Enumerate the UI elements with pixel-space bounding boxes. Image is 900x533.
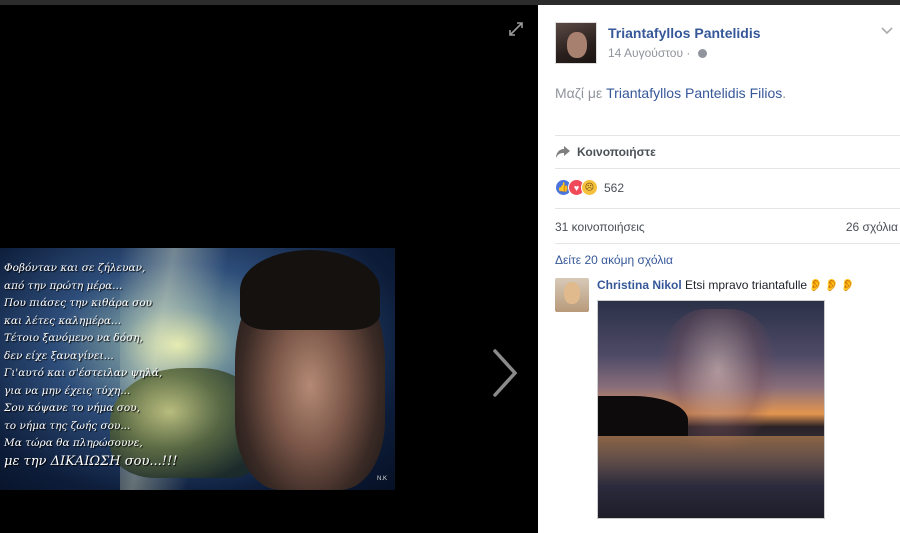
photo-water xyxy=(598,436,824,518)
divider xyxy=(555,168,900,169)
share-button[interactable]: Κοινοποιήστε xyxy=(555,142,656,162)
sad-icon: ☹ xyxy=(581,179,598,196)
reactions-summary[interactable]: 👍 ♥ ☹ 562 xyxy=(555,179,624,196)
verse-line: Που πιάσες την κιθάρα σου xyxy=(4,297,153,309)
next-photo-arrow-icon[interactable] xyxy=(490,347,520,399)
commenter-avatar[interactable] xyxy=(555,278,589,312)
verse-line: και λέτες καλημέρα... xyxy=(4,314,122,327)
post-date-text[interactable]: 14 Αυγούστου xyxy=(608,46,683,60)
photo-signature: N.K xyxy=(376,476,387,482)
view-more-comments-link[interactable]: Δείτε 20 ακόμη σχόλια xyxy=(555,253,673,267)
shares-count[interactable]: 31 κοινοποιήσεις xyxy=(555,220,645,234)
share-label: Κοινοποιήστε xyxy=(577,145,656,159)
verse-line: Φοβόνταν και σε ζήλευαν, xyxy=(4,262,146,274)
portrait-hair xyxy=(240,250,380,330)
reaction-count: 562 xyxy=(604,180,625,195)
ear-emoji-icon: 👂 xyxy=(840,278,855,292)
comments-count[interactable]: 26 σχόλια xyxy=(846,220,898,234)
divider xyxy=(555,243,900,244)
caption-suffix: . xyxy=(782,85,787,101)
expand-icon[interactable] xyxy=(508,21,524,37)
post-date: 14 Αυγούστου · xyxy=(608,46,707,60)
ear-emoji-icon: 👂 xyxy=(824,278,839,292)
globe-icon xyxy=(697,49,707,58)
comment-body: Christina Nikol Etsi mpravo triantafulle… xyxy=(597,278,855,292)
verse-line: το νήμα της ζωής σου... xyxy=(4,419,131,432)
verse-line: με την ΔΙΚΑΙΩΣΗ σου...!!! xyxy=(4,453,178,469)
verse-line: Σου κόψανε το νήμα σου, xyxy=(4,402,140,414)
chevron-down-icon[interactable] xyxy=(881,27,893,35)
caption-prefix: Μαζί με xyxy=(555,85,603,101)
share-icon xyxy=(556,146,570,158)
comment-photo[interactable] xyxy=(597,300,825,519)
verse-line: Γι'αυτό και σ'έστειλαν ψηλά, xyxy=(4,367,163,379)
verse-line: Μα τώρα θα πληρώσουνε, xyxy=(4,437,143,449)
ear-emoji-icon: 👂 xyxy=(808,278,824,292)
verse-line: για να μην έχεις τύχη... xyxy=(4,384,131,397)
date-separator: · xyxy=(686,46,691,60)
divider xyxy=(555,208,900,209)
tagged-user-link[interactable]: Triantafyllos Pantelidis Filios xyxy=(606,85,782,101)
post-photo[interactable]: Φοβόνταν και σε ζήλευαν, από την πρώτη μ… xyxy=(0,248,395,490)
verse-text: Φοβόνταν και σε ζήλευαν, από την πρώτη μ… xyxy=(4,260,224,470)
author-name[interactable]: Triantafyllos Pantelidis xyxy=(608,25,761,41)
author-avatar[interactable] xyxy=(555,22,597,64)
commenter-name[interactable]: Christina Nikol xyxy=(597,278,682,292)
verse-line: από την πρώτη μέρα... xyxy=(4,279,123,292)
divider xyxy=(555,135,900,136)
post-panel: Triantafyllos Pantelidis 14 Αυγούστου · … xyxy=(538,5,900,533)
verse-line: δεν είχε ξαναγίνει... xyxy=(4,349,114,362)
comment-text: Etsi mpravo triantafulle xyxy=(685,278,808,292)
verse-line: Τέτοιο ξανόμενο να δόση, xyxy=(4,332,143,344)
post-caption: Μαζί με Triantafyllos Pantelidis Filios. xyxy=(555,85,786,101)
photo-viewer: Φοβόνταν και σε ζήλευαν, από την πρώτη μ… xyxy=(0,5,538,533)
